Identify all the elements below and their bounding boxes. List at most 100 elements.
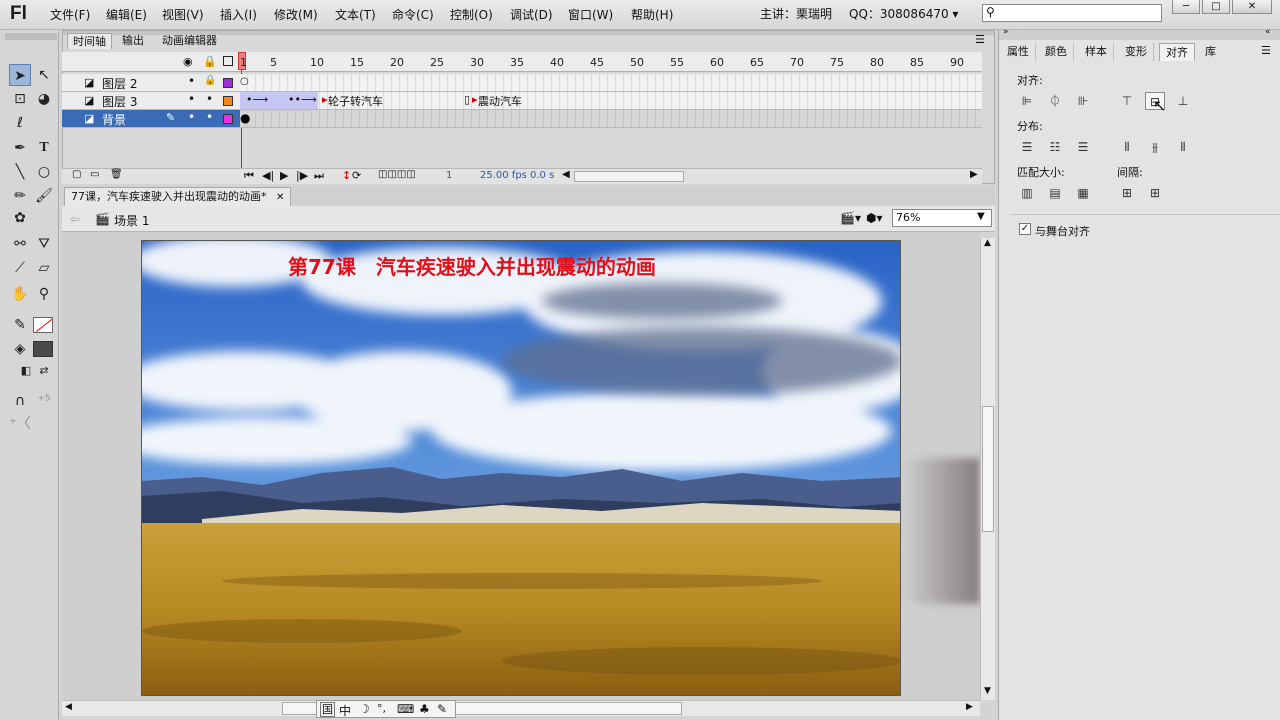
stage[interactable]: 第77课 汽车疾速驶入并出现震动的动画 xyxy=(141,240,901,696)
step-back-icon[interactable]: ◀| xyxy=(262,169,274,182)
lock-all-icon[interactable]: 🔒 xyxy=(203,55,217,68)
line-tool-icon[interactable]: ╲ xyxy=(9,161,31,183)
outline-all-icon[interactable] xyxy=(223,56,233,66)
eraser-tool-icon[interactable]: ▱ xyxy=(33,257,55,279)
ime-chinese-mode[interactable]: 中 xyxy=(339,702,351,719)
empty-keyframe[interactable]: ○ xyxy=(240,76,249,87)
pencil-tool-icon[interactable]: ✏ xyxy=(9,185,31,207)
play-icon[interactable]: ▶ xyxy=(280,169,288,182)
stroke-color-swatch[interactable] xyxy=(33,317,53,333)
panel-menu-icon[interactable]: ☰ xyxy=(975,33,985,46)
ime-user-icon[interactable]: ♣ xyxy=(419,702,430,716)
align-to-stage-checkbox[interactable]: ✓ xyxy=(1019,223,1031,235)
frame-strip[interactable] xyxy=(240,74,982,91)
tab-timeline[interactable]: 时间轴 xyxy=(67,33,112,49)
bone-tool-icon[interactable]: ⚯ xyxy=(9,233,31,255)
straighten-icon[interactable]: ⁺〈 xyxy=(9,413,31,435)
scene-name[interactable]: 场景 1 xyxy=(114,212,149,229)
close-button[interactable]: ✕ xyxy=(1232,0,1272,14)
free-transform-tool-icon[interactable]: ⊡ xyxy=(9,88,31,110)
align-horizontal-center-icon[interactable]: ⏀ xyxy=(1045,92,1065,110)
keyframe[interactable]: ● xyxy=(240,111,250,125)
distribute-top-icon[interactable]: ☰ xyxy=(1017,138,1037,156)
distribute-left-icon[interactable]: ⫴ xyxy=(1117,138,1137,156)
zoom-tool-icon[interactable]: ⚲ xyxy=(33,283,55,305)
tab-color[interactable]: 颜色 xyxy=(1039,43,1074,61)
deco-tool-icon[interactable]: ✿ xyxy=(9,207,31,229)
ime-logo-icon[interactable]: 国 xyxy=(320,702,335,717)
lock-dot[interactable]: • xyxy=(206,92,213,106)
zoom-select[interactable]: 76% ▼ xyxy=(892,209,992,227)
scroll-up-icon[interactable]: ▲ xyxy=(984,238,991,248)
menu-debug[interactable]: 调试(D) xyxy=(510,6,553,23)
layer-name[interactable]: 背景 xyxy=(102,111,126,128)
ime-settings-icon[interactable]: ✎ xyxy=(437,702,447,716)
frame-label[interactable]: 轮子转汽车 xyxy=(328,93,383,109)
smooth-icon[interactable]: ⁺⁵ xyxy=(33,390,55,412)
space-evenly-vertical-icon[interactable]: ⊞ xyxy=(1117,184,1137,202)
selection-tool-icon[interactable]: ➤ xyxy=(9,64,31,86)
frame-label[interactable]: 震动汽车 xyxy=(478,93,522,109)
expand-icon[interactable]: « xyxy=(1265,27,1271,37)
menu-control[interactable]: 控制(O) xyxy=(450,6,493,23)
edit-scene-icon[interactable]: 🎬▾ xyxy=(840,211,861,225)
scroll-left-icon[interactable]: ◀ xyxy=(562,169,570,180)
fill-color-swatch[interactable] xyxy=(33,341,53,357)
edit-symbols-icon[interactable]: ⬢▾ xyxy=(866,211,883,225)
menu-view[interactable]: 视图(V) xyxy=(162,6,204,23)
lock-dot[interactable]: • xyxy=(206,110,213,124)
panel-menu-icon[interactable]: ☰ xyxy=(1261,44,1271,57)
vertical-scrollbar[interactable]: ▲ ▼ xyxy=(980,238,995,700)
show-hide-eye-icon[interactable]: ◉ xyxy=(183,55,193,68)
scroll-down-icon[interactable]: ▼ xyxy=(984,686,991,696)
menu-commands[interactable]: 命令(C) xyxy=(392,6,434,23)
distribute-bottom-icon[interactable]: ☰ xyxy=(1073,138,1093,156)
ime-toolbar[interactable]: 国 中 ☽ °, ⌨ ♣ ✎ xyxy=(316,700,456,718)
keyframe-marker[interactable]: ▯ xyxy=(464,93,470,106)
subselection-tool-icon[interactable]: ↖ xyxy=(33,64,55,86)
align-bottom-edge-icon[interactable]: ⊥ xyxy=(1173,92,1193,110)
vertical-scroll-thumb[interactable] xyxy=(982,406,994,532)
ime-half-width-icon[interactable]: ☽ xyxy=(359,702,370,716)
maximize-button[interactable]: □ xyxy=(1202,0,1230,14)
frame-rate[interactable]: 25.00 fps xyxy=(480,170,527,181)
current-frame[interactable]: 1 xyxy=(446,170,452,181)
scroll-left-icon[interactable]: ◀ xyxy=(65,702,72,712)
align-to-stage-label[interactable]: 与舞台对齐 xyxy=(1035,223,1090,239)
layer-name[interactable]: 图层 3 xyxy=(102,93,137,110)
menu-help[interactable]: 帮助(H) xyxy=(631,6,673,23)
tab-output[interactable]: 输出 xyxy=(117,33,149,49)
hand-tool-icon[interactable]: ✋ xyxy=(9,283,31,305)
delete-layer-icon[interactable]: 🗑 xyxy=(110,169,123,180)
fill-color-icon[interactable]: ◈ xyxy=(9,338,31,360)
paint-bucket-tool-icon[interactable]: ⛛ xyxy=(33,233,55,255)
swap-colors-icon[interactable]: ⇄ xyxy=(33,360,55,382)
distribute-right-icon[interactable]: ⫴ xyxy=(1173,138,1193,156)
car-motion-blur[interactable] xyxy=(902,458,980,604)
brush-tool-icon[interactable]: 🖌 xyxy=(33,185,55,207)
layer-row[interactable]: ◪ 图层 3 • • •⟶ ••⟶ ▸ 轮子转汽车 ▯ ▸ 震动汽车 xyxy=(62,92,982,110)
align-top-edge-icon[interactable]: ⊤ xyxy=(1117,92,1137,110)
menu-window[interactable]: 窗口(W) xyxy=(568,6,613,23)
back-arrow-icon[interactable]: ⇦ xyxy=(70,212,80,226)
document-tab[interactable]: 77课，汽车疾速驶入并出现震动的动画* ✕ xyxy=(64,187,292,206)
menu-file[interactable]: 文件(F) xyxy=(50,6,90,23)
eyedropper-tool-icon[interactable]: ⟋ xyxy=(9,257,31,279)
help-search-input[interactable]: ⚲ xyxy=(982,4,1162,22)
collapse-icon[interactable]: » xyxy=(1003,27,1009,37)
minimize-button[interactable]: ─ xyxy=(1172,0,1200,14)
match-height-icon[interactable]: ▤ xyxy=(1045,184,1065,202)
tab-swatches[interactable]: 样本 xyxy=(1079,43,1114,61)
match-width-icon[interactable]: ▥ xyxy=(1017,184,1037,202)
tab-align[interactable]: 对齐 xyxy=(1159,43,1195,61)
scroll-right-icon[interactable]: ▶ xyxy=(966,702,973,712)
layer-row[interactable]: ◪ 图层 2 • 🔒 ○ xyxy=(62,74,982,92)
visible-dot[interactable]: • xyxy=(188,74,195,88)
match-width-height-icon[interactable]: ▦ xyxy=(1073,184,1093,202)
menu-modify[interactable]: 修改(M) xyxy=(274,6,318,23)
snap-to-objects-icon[interactable]: ∩ xyxy=(9,390,31,412)
lock-icon[interactable]: 🔒 xyxy=(204,75,216,86)
menu-edit[interactable]: 编辑(E) xyxy=(106,6,147,23)
tab-properties[interactable]: 属性 xyxy=(1001,43,1036,61)
center-frame-icon[interactable]: ↕ xyxy=(342,169,351,182)
